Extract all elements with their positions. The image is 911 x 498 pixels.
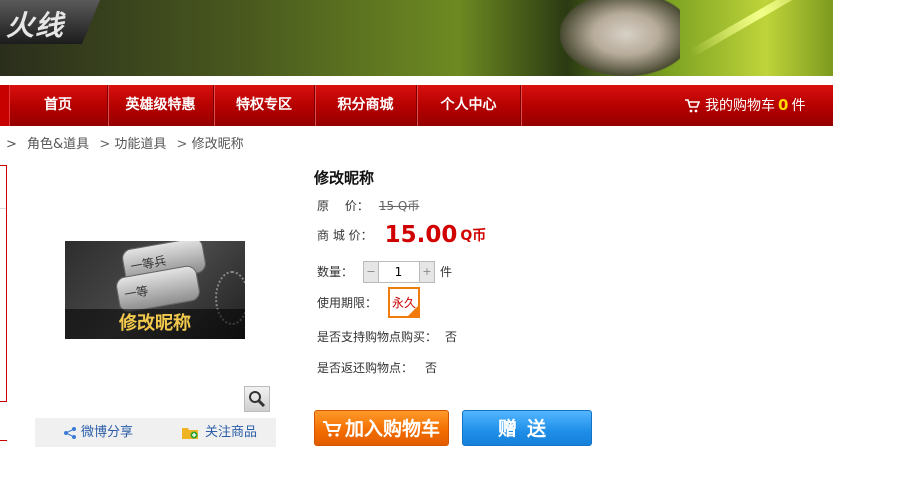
return-points-row: 是否返还购物点： 否 (317, 359, 437, 376)
return-points-value: 否 (425, 361, 438, 375)
weibo-share-button[interactable]: 微博分享 (63, 418, 133, 447)
original-price-label: 原 价： (317, 199, 369, 213)
shop-price-row: 商 城 价： 15.00 Q币 (317, 222, 486, 248)
follow-product-button[interactable]: 关注商品 (181, 418, 257, 447)
breadcrumb: > 角色&道具 > 功能道具 > 修改昵称 (6, 133, 244, 152)
banner-character-art (560, 0, 680, 76)
cart-unit: 件 (791, 98, 806, 114)
support-points-value: 否 (445, 330, 458, 344)
game-logo-text: 火线 (6, 9, 65, 42)
breadcrumb-current: 修改昵称 (191, 137, 244, 152)
quantity-label: 数量： (317, 265, 354, 279)
nav-item-home[interactable]: 首页 (9, 85, 108, 126)
product-title: 修改昵称 (314, 169, 375, 187)
shop-price-unit: Q币 (460, 228, 487, 244)
nav-item-points-mall[interactable]: 积分商城 (315, 85, 417, 126)
breadcrumb-separator: > (99, 137, 111, 152)
gift-button[interactable]: 赠送 (462, 410, 592, 446)
support-points-row: 是否支持购物点购买： 否 (317, 328, 457, 345)
nav-item-hero-deals[interactable]: 英雄级特惠 (108, 85, 214, 126)
breadcrumb-separator: > (176, 137, 188, 152)
quantity-input[interactable] (379, 262, 418, 281)
selected-check-icon (408, 306, 418, 316)
product-image-caption: 修改昵称 (65, 309, 245, 339)
left-panel-marker (0, 440, 7, 441)
zoom-button[interactable] (244, 386, 270, 412)
nav-item-privilege[interactable]: 特权专区 (214, 85, 315, 126)
quantity-decrease-button[interactable]: − (364, 262, 379, 282)
validity-option-permanent[interactable]: 永久 (388, 287, 420, 318)
main-nav: 首页 英雄级特惠 特权专区 积分商城 个人中心 我的购物车 0 件 (0, 85, 833, 126)
folder-plus-icon (182, 427, 198, 439)
left-panel-divider (0, 208, 6, 209)
add-to-cart-button[interactable]: 加入购物车 (314, 410, 449, 446)
share-bar: 微博分享 关注商品 (35, 418, 276, 447)
magnifier-icon (249, 391, 266, 408)
shop-price-label: 商 城 价： (317, 228, 373, 243)
original-price-row: 原 价： 15 Q币 (317, 197, 419, 214)
cart-icon (685, 99, 700, 113)
quantity-increase-button[interactable]: + (419, 262, 434, 282)
cart-icon (323, 421, 342, 437)
breadcrumb-function-items[interactable]: 功能道具 (114, 137, 166, 152)
breadcrumb-role-items[interactable]: 角色&道具 (27, 137, 89, 152)
follow-product-label: 关注商品 (205, 425, 258, 440)
support-points-label: 是否支持购物点购买： (317, 330, 438, 344)
cart-label: 我的购物车 (705, 98, 775, 114)
cart-count: 0 (778, 96, 789, 114)
shop-price-value: 15.00 (384, 222, 458, 248)
add-to-cart-label: 加入购物车 (345, 418, 441, 440)
share-icon (64, 426, 76, 439)
my-cart-link[interactable]: 我的购物车 0 件 (684, 85, 805, 126)
quantity-unit: 件 (440, 265, 453, 279)
banner-light-streak (688, 0, 832, 58)
breadcrumb-separator: > (6, 137, 17, 152)
left-panel-frame (0, 165, 7, 402)
nav-item-personal-center[interactable]: 个人中心 (417, 85, 521, 126)
quantity-stepper: − + (363, 261, 435, 283)
original-price-value: 15 Q币 (378, 199, 420, 213)
product-image: 一等兵 一等 修改昵称 (65, 241, 245, 339)
weibo-share-label: 微博分享 (81, 425, 134, 440)
return-points-label: 是否返还购物点： (317, 361, 414, 375)
validity-label: 使用期限： (317, 296, 378, 310)
top-banner: 火线 (0, 0, 833, 76)
game-logo[interactable]: 火线 (0, 0, 100, 44)
